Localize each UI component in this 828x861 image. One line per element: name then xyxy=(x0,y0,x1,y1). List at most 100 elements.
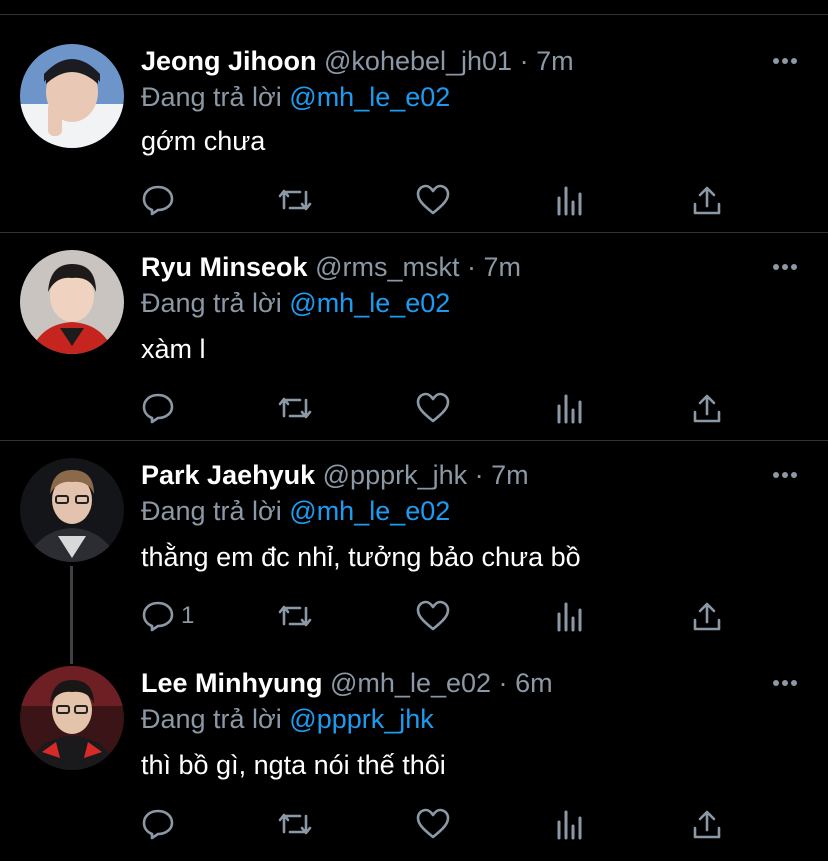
retweet-button[interactable] xyxy=(276,598,314,634)
heart-icon xyxy=(416,808,450,839)
replying-to: Đang trả lời @mh_le_e02 xyxy=(141,80,450,114)
reply-count: 1 xyxy=(181,602,195,629)
user-handle[interactable]: @kohebel_jh01 xyxy=(324,46,512,76)
share-button[interactable] xyxy=(691,806,723,842)
tweet-text: thì bồ gì, ngta nói thế thôi xyxy=(141,750,446,780)
tweet[interactable]: Ryu Minseok @rms_mskt · 7m Đang trả lời … xyxy=(0,250,828,440)
retweet-button[interactable] xyxy=(276,390,314,426)
share-button[interactable] xyxy=(691,182,723,218)
retweet-icon xyxy=(278,813,312,835)
replying-to-label: Đang trả lời xyxy=(141,496,282,526)
separator-dot: · xyxy=(519,46,529,76)
like-button[interactable] xyxy=(415,598,451,634)
retweet-button[interactable] xyxy=(276,806,314,842)
tweet[interactable]: Jeong Jihoon @kohebel_jh01 · 7m Đang trả… xyxy=(0,44,828,234)
like-button[interactable] xyxy=(415,806,451,842)
heart-icon xyxy=(416,184,450,215)
reply-bubble-icon xyxy=(142,601,174,632)
separator-dot: · xyxy=(498,668,508,698)
timestamp[interactable]: 7m xyxy=(536,46,574,76)
analytics-icon xyxy=(557,602,582,632)
more-horizontal-icon xyxy=(773,680,797,686)
tweet-text: thằng em đc nhỉ, tưởng bảo chưa bồ xyxy=(141,542,581,572)
tweet-divider xyxy=(0,232,828,233)
timestamp[interactable]: 7m xyxy=(491,460,529,490)
share-button[interactable] xyxy=(691,390,723,426)
heart-icon xyxy=(416,392,450,423)
display-name[interactable]: Park Jaehyuk xyxy=(141,460,315,490)
share-icon xyxy=(693,602,721,631)
avatar[interactable] xyxy=(20,458,124,562)
like-button[interactable] xyxy=(415,182,451,218)
views-button[interactable] xyxy=(555,182,585,218)
action-bar: 1 xyxy=(141,598,741,634)
user-handle[interactable]: @ppprk_jhk xyxy=(323,460,467,490)
separator-dot: · xyxy=(474,460,484,490)
share-icon xyxy=(693,186,721,215)
analytics-icon xyxy=(557,186,582,216)
user-handle[interactable]: @mh_le_e02 xyxy=(330,668,491,698)
share-icon xyxy=(693,810,721,839)
reply-bubble-icon xyxy=(142,393,174,424)
action-bar xyxy=(141,390,741,426)
avatar[interactable] xyxy=(20,44,124,148)
replying-to: Đang trả lời @mh_le_e02 xyxy=(141,494,450,528)
top-divider xyxy=(0,14,828,15)
share-button[interactable] xyxy=(691,598,723,634)
more-horizontal-icon xyxy=(773,58,797,64)
tweet-text: gớm chưa xyxy=(141,126,266,156)
display-name[interactable]: Ryu Minseok xyxy=(141,252,308,282)
more-options-button[interactable] xyxy=(770,460,800,490)
reply-button[interactable] xyxy=(141,390,181,426)
avatar[interactable] xyxy=(20,666,124,770)
action-bar xyxy=(141,806,741,842)
timestamp[interactable]: 6m xyxy=(515,668,553,698)
timestamp[interactable]: 7m xyxy=(484,252,522,282)
tweet-divider xyxy=(0,440,828,441)
reply-button[interactable] xyxy=(141,806,181,842)
analytics-icon xyxy=(557,810,582,840)
reply-button[interactable]: 1 xyxy=(141,598,194,634)
reply-bubble-icon xyxy=(142,185,174,216)
replying-to-label: Đang trả lời xyxy=(141,288,282,318)
more-horizontal-icon xyxy=(773,472,797,478)
retweet-icon xyxy=(278,397,312,419)
tweet-text: xàm l xyxy=(141,334,206,364)
reply-button[interactable] xyxy=(141,182,181,218)
replying-to: Đang trả lời @ppprk_jhk xyxy=(141,702,434,736)
more-options-button[interactable] xyxy=(770,252,800,282)
retweet-button[interactable] xyxy=(276,182,314,218)
mention-link[interactable]: @ppprk_jhk xyxy=(289,704,433,734)
analytics-icon xyxy=(557,394,582,424)
retweet-icon xyxy=(278,189,312,211)
more-horizontal-icon xyxy=(773,264,797,270)
tweet-header: Jeong Jihoon @kohebel_jh01 · 7m xyxy=(141,44,574,78)
views-button[interactable] xyxy=(555,598,585,634)
views-button[interactable] xyxy=(555,806,585,842)
user-handle[interactable]: @rms_mskt xyxy=(315,252,459,282)
more-options-button[interactable] xyxy=(770,668,800,698)
display-name[interactable]: Jeong Jihoon xyxy=(141,46,317,76)
retweet-icon xyxy=(278,605,312,627)
tweet[interactable]: Park Jaehyuk @ppprk_jhk · 7m Đang trả lờ… xyxy=(0,458,828,658)
tweet-header: Lee Minhyung @mh_le_e02 · 6m xyxy=(141,666,553,700)
tweet[interactable]: Lee Minhyung @mh_le_e02 · 6m Đang trả lờ… xyxy=(0,666,828,856)
action-bar xyxy=(141,182,741,218)
heart-icon xyxy=(416,600,450,631)
avatar[interactable] xyxy=(20,250,124,354)
display-name[interactable]: Lee Minhyung xyxy=(141,668,323,698)
more-options-button[interactable] xyxy=(770,46,800,76)
tweet-header: Park Jaehyuk @ppprk_jhk · 7m xyxy=(141,458,529,492)
replying-to: Đang trả lời @mh_le_e02 xyxy=(141,286,450,320)
replying-to-label: Đang trả lời xyxy=(141,82,282,112)
replying-to-label: Đang trả lời xyxy=(141,704,282,734)
mention-link[interactable]: @mh_le_e02 xyxy=(289,496,450,526)
reply-bubble-icon xyxy=(142,809,174,840)
like-button[interactable] xyxy=(415,390,451,426)
mention-link[interactable]: @mh_le_e02 xyxy=(289,82,450,112)
mention-link[interactable]: @mh_le_e02 xyxy=(289,288,450,318)
views-button[interactable] xyxy=(555,390,585,426)
thread-connector xyxy=(70,566,73,664)
tweet-header: Ryu Minseok @rms_mskt · 7m xyxy=(141,250,521,284)
separator-dot: · xyxy=(466,252,476,282)
